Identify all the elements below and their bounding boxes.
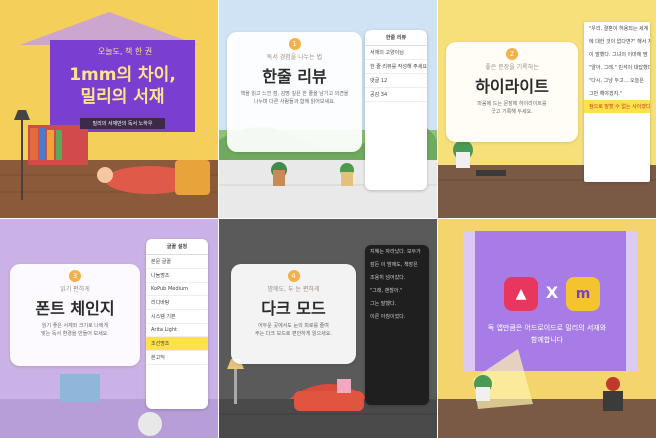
intro-banner: 밀리의 서재만의 독서 노하우 [80, 118, 165, 129]
font-option[interactable]: KoPub Medium [146, 283, 208, 296]
partner-logo-left: ▲ [504, 277, 538, 311]
tile-dark-mode[interactable]: 4 밤에도, 두 눈 편하게 다크 모드 어두운 곳에서도 눈의 피로를 줄여 … [219, 219, 437, 438]
font-option[interactable]: 시스템 기본 [146, 310, 208, 324]
x-mark: X [545, 283, 559, 302]
dark-line: 지혜는 자라났다. 모두가 [370, 249, 421, 255]
tile-highlight[interactable]: 2 좋은 문장을 기록하는 하이라이트 마음에 드는 문장에 하이라이트를 긋고… [438, 0, 656, 218]
dark-title: 다크 모드 [261, 299, 326, 318]
page-line: "다시, 그냥 두고... 오늘은 [589, 78, 644, 84]
font-number-badge: 3 [69, 270, 81, 282]
partner-logo-right: m [566, 277, 600, 311]
dark-phone: 지혜는 자라났다. 모두가 잠든 이 밤에도, 책장은 조용히 넘어갔다. "그… [365, 245, 429, 405]
highlight-desc-line1: 마음에 드는 문장에 하이라이트를 [477, 101, 547, 107]
review-card: 1 독서 경험을 나누는 법 한줄 리뷰 책을 읽고 느낀 점, 감명 깊은 한… [227, 32, 362, 152]
highlight-subtitle: 좋은 문장을 기록하는 [485, 64, 539, 71]
font-card: 3 읽기 편하게 폰트 체인지 읽기 좋은 서체와 크기로 나에게 맞는 독서 … [10, 264, 140, 366]
dark-number-badge: 4 [287, 270, 300, 282]
review-subtitle: 독서 경험을 나누는 법 [266, 54, 323, 61]
review-title: 한줄 리뷰 [262, 67, 327, 86]
dark-desc-line2: 주는 다크 모드로 편안하게 읽으세요. [255, 330, 332, 337]
font-desc-line2: 맞는 독서 환경을 만들어 보세요. [41, 330, 109, 337]
review-desc-line2: 나누며 다른 사람들과 함께 읽어보세요. [253, 98, 336, 105]
font-phone-header: 글꼴 설정 [146, 239, 208, 255]
dark-line: 조용히 넘어갔다. [370, 275, 406, 281]
dark-line: 이른 아침이었다. [370, 314, 406, 320]
review-phone-row[interactable]: 한 줄 리뷰를 작성해 주세요 [365, 60, 427, 74]
review-number-badge: 1 [288, 38, 301, 50]
dark-line: "그래, 괜찮아." [370, 288, 403, 294]
highlighted-line[interactable]: 참으로 말할 수 없는 사이였다. [584, 100, 650, 113]
font-subtitle: 읽기 편하게 [60, 286, 90, 293]
page-line: 에 대한 것이 없다면?" 해서 지민 [589, 39, 650, 45]
intro-room [0, 12, 218, 218]
highlight-desc-line2: 긋고 기록해 두세요. [491, 108, 533, 115]
review-phone: 한줄 리뷰 서재의 고양이님 한 줄 리뷰를 작성해 주세요 댓글 12 공감 … [365, 30, 427, 190]
font-option[interactable]: 본고딕 [146, 351, 208, 365]
font-option[interactable]: Arita Light [146, 324, 208, 337]
partnership-message-line1: 독 앱만큼은 어드로이드로 밀리의 서재와 [487, 324, 607, 332]
font-option[interactable]: 본문 글꼴 [146, 255, 208, 269]
highlight-card: 2 좋은 문장을 기록하는 하이라이트 마음에 드는 문장에 하이라이트를 긋고… [446, 42, 578, 142]
dark-card: 4 밤에도, 두 눈 편하게 다크 모드 어두운 곳에서도 눈의 피로를 줄여 … [231, 264, 356, 364]
thumbnail-grid: 오늘도, 책 한 권 1mm의 차이, 밀리의 서재 밀리의 서재만의 독서 노… [0, 0, 656, 438]
font-option[interactable]: 리디바탕 [146, 296, 208, 310]
intro-subtitle: 오늘도, 책 한 권 [97, 47, 153, 56]
review-phone-row[interactable]: 공감 34 [365, 88, 427, 102]
page-line: "우리, 결혼이 허용되는 세계 [589, 26, 649, 32]
dark-subtitle: 밤에도, 두 눈 편하게 [267, 286, 320, 293]
tile-review[interactable]: 1 독서 경험을 나누는 법 한줄 리뷰 책을 읽고 느낀 점, 감명 깊은 한… [219, 0, 437, 218]
page-line: 그만 해야겠지." [589, 91, 623, 97]
dark-line: 그는 말했다. [370, 301, 397, 307]
review-phone-row[interactable]: 댓글 12 [365, 74, 427, 88]
font-desc-line1: 읽기 좋은 서체와 크기로 나에게 [41, 323, 109, 329]
intro-title-line2: 밀리의 서재 [80, 87, 165, 107]
review-phone-row[interactable]: 서재의 고양이님 [365, 46, 427, 60]
font-title: 폰트 체인지 [35, 299, 115, 318]
review-phone-header: 한줄 리뷰 [365, 30, 427, 46]
partnership-message-line2: 함께합니다 [530, 336, 564, 344]
font-option[interactable]: 나눔명조 [146, 269, 208, 283]
page-line: "알아, 그래." 민석이 대답했다. [589, 65, 650, 71]
highlight-page: "우리, 결혼이 허용되는 세계 에 대한 것이 없다면?" 해서 지민 이 말… [584, 22, 650, 182]
highlight-title: 하이라이트 [475, 77, 549, 96]
tile-partnership[interactable]: ▲ X m 독 앱만큼은 어드로이드로 밀리의 서재와 함께합니다 [438, 219, 656, 438]
font-phone: 글꼴 설정 본문 글꼴 나눔명조 KoPub Medium 리디바탕 시스템 기… [146, 239, 208, 409]
tile-font-change[interactable]: 3 읽기 편하게 폰트 체인지 읽기 좋은 서체와 크기로 나에게 맞는 독서 … [0, 219, 218, 438]
dark-line: 잠든 이 밤에도, 책장은 [370, 262, 418, 268]
review-desc-line1: 책을 읽고 느낀 점, 감명 깊은 한 줄을 남기고 의견을 [240, 91, 349, 97]
dark-desc-line1: 어두운 곳에서도 눈의 피로를 줄여 [258, 323, 329, 329]
tile-intro[interactable]: 오늘도, 책 한 권 1mm의 차이, 밀리의 서재 밀리의 서재만의 독서 노… [0, 0, 218, 218]
font-option-selected[interactable]: 조선명조 [146, 337, 208, 351]
page-line: 이 말했다. 그녀의 이마에 땀 [589, 52, 648, 58]
highlight-number-badge: 2 [506, 48, 518, 60]
